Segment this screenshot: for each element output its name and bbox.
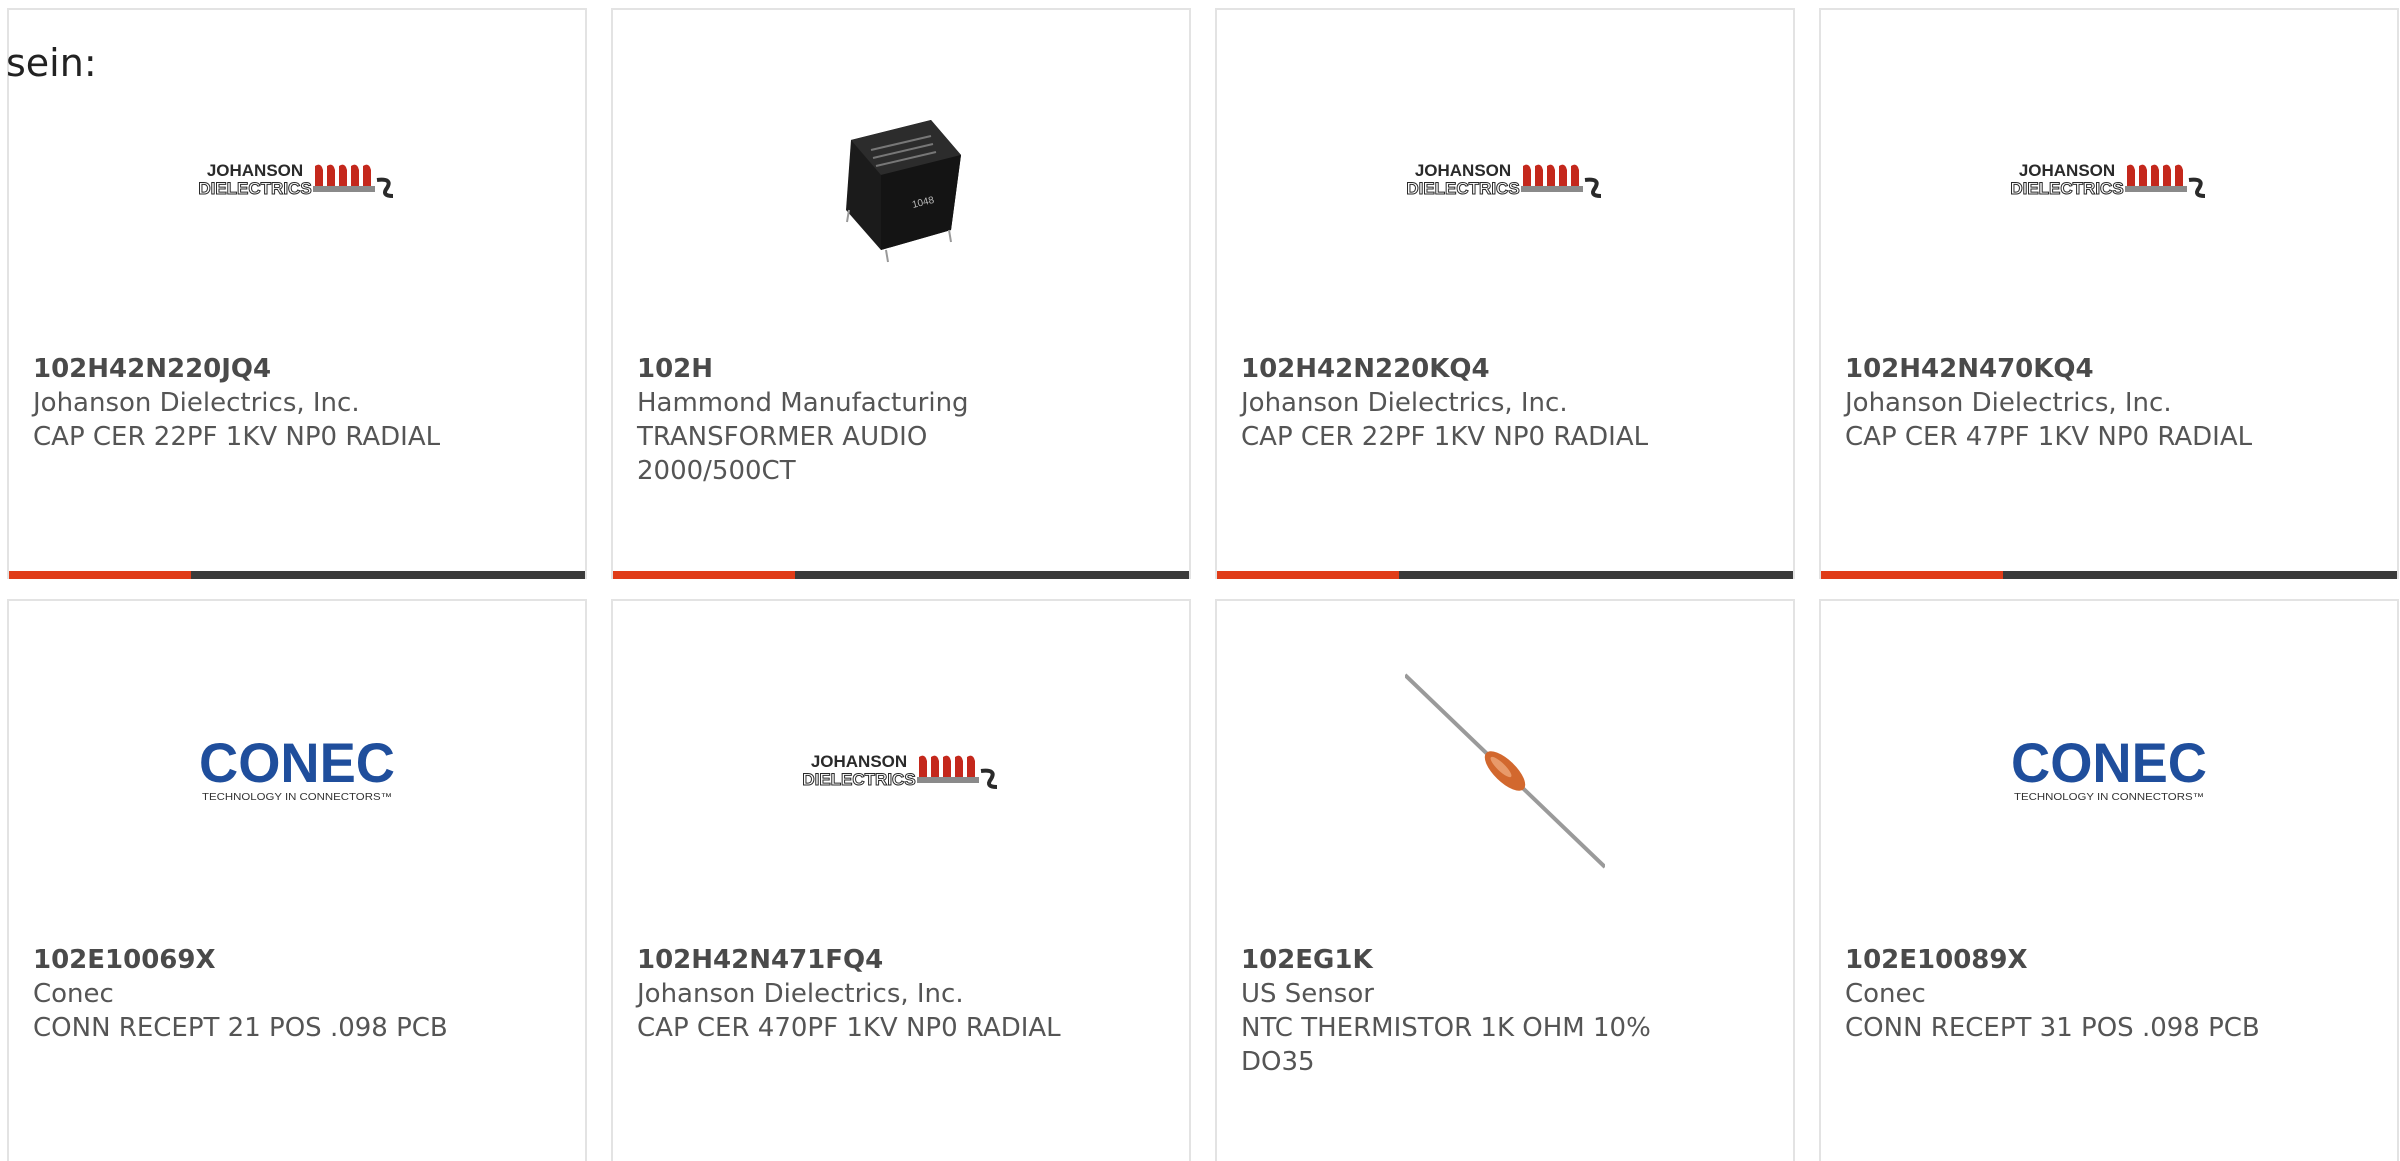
product-card[interactable]: JOHANSON DIELECTRICS 102H42N220JQ4 Johan… [7, 8, 587, 579]
product-image: 1048 [613, 10, 1189, 350]
product-card[interactable]: CONEC TECHNOLOGY IN CONNECTORS™ 102E1008… [1819, 599, 2399, 1161]
product-info: 102H42N220JQ4 Johanson Dielectrics, Inc.… [33, 352, 561, 454]
logo-text: DIELECTRICS [198, 179, 311, 198]
logo-text: CONEC [199, 736, 395, 794]
part-number[interactable]: 102H42N220JQ4 [33, 352, 561, 386]
product-info: 102H42N220KQ4 Johanson Dielectrics, Inc.… [1241, 352, 1769, 454]
product-info: 102E10069X Conec CONN RECEPT 21 POS .098… [33, 943, 561, 1045]
product-description: CAP CER 22PF 1KV NP0 RADIAL [1241, 422, 1649, 452]
manufacturer: Johanson Dielectrics, Inc. [33, 388, 360, 418]
part-number[interactable]: 102H42N471FQ4 [637, 943, 1165, 977]
thermistor-photo-icon [1405, 673, 1605, 869]
product-description: CAP CER 470PF 1KV NP0 RADIAL [637, 1013, 1061, 1043]
transformer-photo-icon: 1048 [846, 120, 961, 263]
product-grid: JOHANSON DIELECTRICS 102H42N220JQ4 Johan… [7, 8, 2400, 1161]
conec-logo-icon: CONEC TECHNOLOGY IN CONNECTORS™ [2011, 736, 2207, 803]
product-image: JOHANSON DIELECTRICS [1217, 10, 1793, 350]
manufacturer: Conec [1845, 979, 1926, 1009]
johanson-logo-icon: JOHANSON DIELECTRICS [802, 752, 998, 790]
intro-text: sein: [6, 41, 97, 85]
product-info: 102H42N470KQ4 Johanson Dielectrics, Inc.… [1845, 352, 2373, 454]
product-card[interactable]: 1048 102H Hammond Manufacturing TRANSFOR… [611, 8, 1191, 579]
manufacturer: Johanson Dielectrics, Inc. [637, 979, 964, 1009]
product-info: 102EG1K US Sensor NTC THERMISTOR 1K OHM … [1241, 943, 1769, 1079]
product-card[interactable]: JOHANSON DIELECTRICS 102H42N471FQ4 Johan… [611, 599, 1191, 1161]
product-image [1217, 601, 1793, 941]
logo-text: JOHANSON [811, 752, 907, 771]
part-number[interactable]: 102EG1K [1241, 943, 1769, 977]
product-description: CAP CER 22PF 1KV NP0 RADIAL [33, 422, 441, 452]
manufacturer: Hammond Manufacturing [637, 388, 969, 418]
product-card[interactable]: JOHANSON DIELECTRICS 102H42N470KQ4 Johan… [1819, 8, 2399, 579]
product-image: CONEC TECHNOLOGY IN CONNECTORS™ [9, 601, 585, 941]
product-info: 102E10089X Conec CONN RECEPT 31 POS .098… [1845, 943, 2373, 1045]
conec-logo-icon: CONEC TECHNOLOGY IN CONNECTORS™ [199, 736, 395, 803]
part-number[interactable]: 102E10069X [33, 943, 561, 977]
product-card[interactable]: JOHANSON DIELECTRICS 102H42N220KQ4 Johan… [1215, 8, 1795, 579]
card-footer-accent [9, 571, 191, 579]
card-footer-bar [1217, 571, 1793, 579]
product-image: CONEC TECHNOLOGY IN CONNECTORS™ [1821, 601, 2397, 941]
part-number[interactable]: 102H42N470KQ4 [1845, 352, 2373, 386]
product-card[interactable]: CONEC TECHNOLOGY IN CONNECTORS™ 102E1006… [7, 599, 587, 1161]
product-image: JOHANSON DIELECTRICS [1821, 10, 2397, 350]
logo-text: TECHNOLOGY IN CONNECTORS™ [202, 792, 392, 803]
product-image: JOHANSON DIELECTRICS [613, 601, 1189, 941]
card-footer-bar [9, 571, 585, 579]
product-card[interactable]: 102EG1K US Sensor NTC THERMISTOR 1K OHM … [1215, 599, 1795, 1161]
manufacturer: US Sensor [1241, 979, 1374, 1009]
manufacturer: Conec [33, 979, 114, 1009]
logo-text: JOHANSON [207, 161, 303, 180]
product-info: 102H42N471FQ4 Johanson Dielectrics, Inc.… [637, 943, 1165, 1045]
product-description: CAP CER 47PF 1KV NP0 RADIAL [1845, 422, 2253, 452]
product-description: TRANSFORMER AUDIO 2000/500CT [637, 422, 928, 486]
product-grid-page: sein: JOHANSON DIELECTRICS 102H42N220JQ4… [0, 0, 2400, 1161]
card-footer-bar [1821, 571, 2397, 579]
logo-text: JOHANSON [2019, 161, 2115, 180]
product-description: NTC THERMISTOR 1K OHM 10% DO35 [1241, 1013, 1651, 1077]
johanson-logo-icon: JOHANSON DIELECTRICS [2010, 161, 2206, 199]
johanson-logo-icon: JOHANSON DIELECTRICS [1406, 161, 1602, 199]
part-number[interactable]: 102H42N220KQ4 [1241, 352, 1769, 386]
johanson-logo-icon: JOHANSON DIELECTRICS [198, 161, 394, 199]
card-footer-accent [613, 571, 795, 579]
logo-text: JOHANSON [1415, 161, 1511, 180]
logo-text: DIELECTRICS [2010, 179, 2123, 198]
logo-text: CONEC [2011, 736, 2207, 794]
product-description: CONN RECEPT 31 POS .098 PCB [1845, 1013, 2260, 1043]
logo-text: TECHNOLOGY IN CONNECTORS™ [2014, 792, 2204, 803]
product-info: 102H Hammond Manufacturing TRANSFORMER A… [637, 352, 1165, 488]
logo-text: DIELECTRICS [802, 770, 915, 789]
part-number[interactable]: 102E10089X [1845, 943, 2373, 977]
part-number[interactable]: 102H [637, 352, 1165, 386]
card-footer-accent [1821, 571, 2003, 579]
product-description: CONN RECEPT 21 POS .098 PCB [33, 1013, 448, 1043]
manufacturer: Johanson Dielectrics, Inc. [1845, 388, 2172, 418]
card-footer-bar [613, 571, 1189, 579]
logo-text: DIELECTRICS [1406, 179, 1519, 198]
card-footer-accent [1217, 571, 1399, 579]
manufacturer: Johanson Dielectrics, Inc. [1241, 388, 1568, 418]
